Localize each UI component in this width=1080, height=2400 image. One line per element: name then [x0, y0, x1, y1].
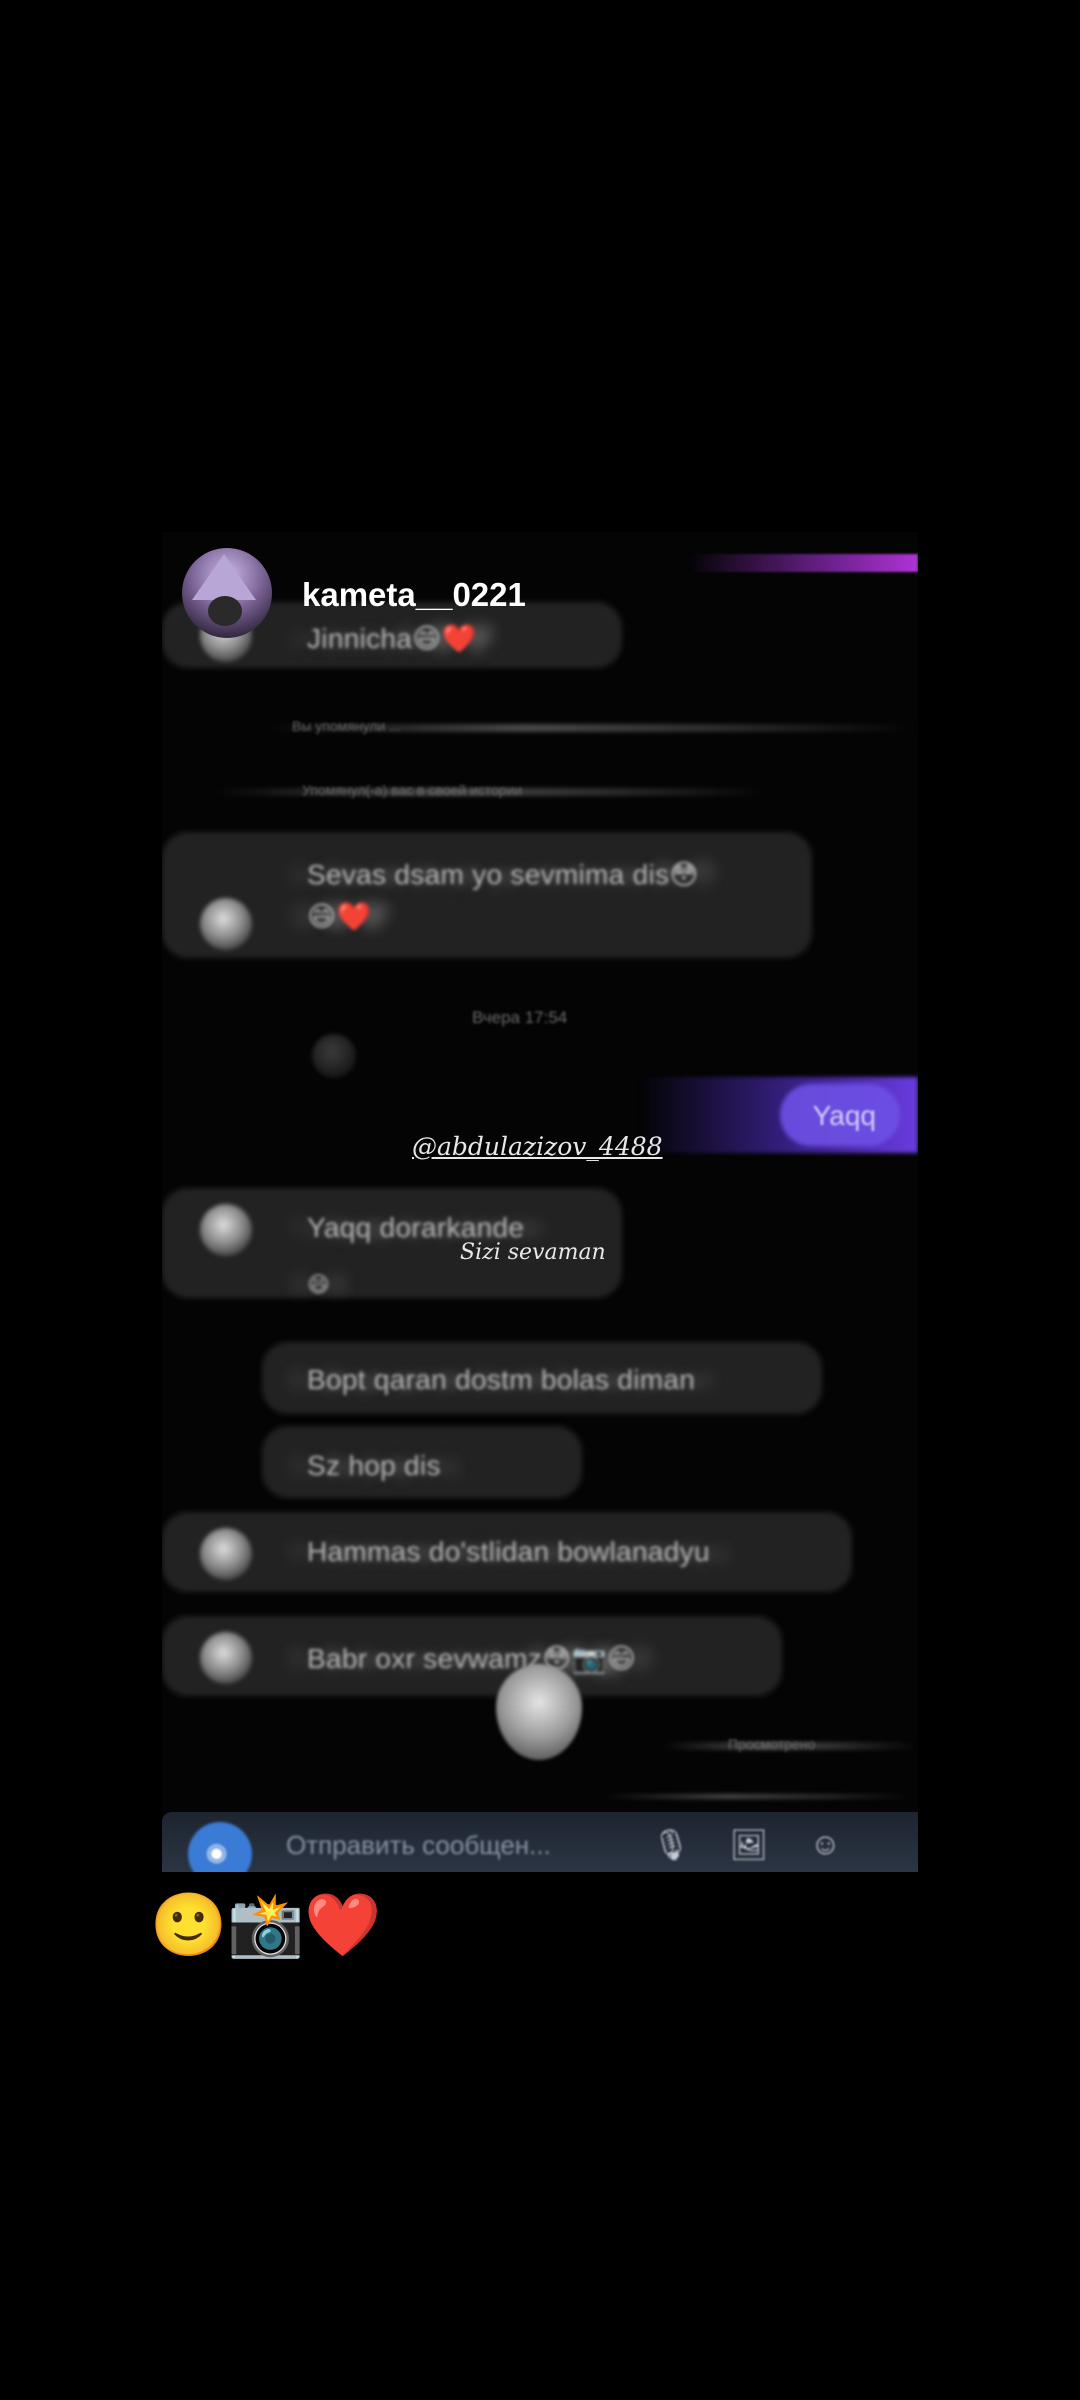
- outgoing-text: Yaqq: [812, 1100, 876, 1131]
- message-input-bar[interactable]: ◉ Отправить сообщен... 🎙 🖼 ☺: [162, 1812, 918, 1872]
- message-input[interactable]: Отправить сообщен...: [286, 1830, 551, 1861]
- username[interactable]: kameta__0221: [302, 576, 526, 614]
- message-emoji: 😄❤️: [307, 901, 372, 932]
- seen-status: Просмотрено: [728, 1736, 816, 1752]
- avatar-face: [208, 596, 242, 626]
- camera-button[interactable]: ◉: [188, 1822, 252, 1872]
- reel-page: Jinnicha😄❤️ Вы упомянули ... Упомянул(-а…: [0, 0, 1080, 2400]
- gallery-icon[interactable]: 🖼: [730, 1828, 768, 1863]
- message-bubble: [162, 832, 812, 958]
- watermark-caption: Sizi sevaman: [460, 1240, 606, 1265]
- system-text: Вы упомянули ...: [292, 718, 401, 734]
- faded-avatar: [312, 1034, 356, 1078]
- avatar-hat: [192, 554, 256, 600]
- message-emoji: 😄: [307, 1272, 331, 1297]
- profile-avatar[interactable]: [182, 548, 272, 638]
- watermark-username: @abdulazizov_4488: [412, 1132, 663, 1161]
- typing-indicator-avatar: [496, 1664, 582, 1760]
- glow-streak: [688, 554, 918, 572]
- message-text: Babr oxr sevwamz😳📷😄: [307, 1643, 637, 1674]
- message-text: Sz hop dis: [307, 1450, 441, 1481]
- system-text: Упомянул(-а) вас в своей истории: [302, 782, 523, 798]
- sender-avatar: [200, 898, 252, 950]
- message-text: Hammas do'stlidan bowlanadyu: [307, 1536, 710, 1567]
- reel-video[interactable]: Jinnicha😄❤️ Вы упомянули ... Упомянул(-а…: [162, 532, 918, 1872]
- sender-avatar: [200, 1204, 252, 1256]
- message-text: Bopt qaran dostm bolas diman: [307, 1364, 696, 1395]
- camera-icon: ◉: [206, 1839, 227, 1866]
- blur-streak: [602, 1794, 912, 1799]
- sender-avatar: [200, 1632, 252, 1684]
- sticker-icon[interactable]: ☺: [810, 1828, 841, 1862]
- post-header[interactable]: kameta__0221: [182, 548, 682, 644]
- post-caption: 🙂📸❤️: [150, 1891, 382, 1960]
- microphone-icon[interactable]: 🎙: [652, 1828, 690, 1863]
- date-label: Вчера 17:54: [472, 1008, 568, 1027]
- message-text: Sevas dsam yo sevmima dis😳: [307, 859, 699, 890]
- sender-avatar: [200, 1528, 252, 1580]
